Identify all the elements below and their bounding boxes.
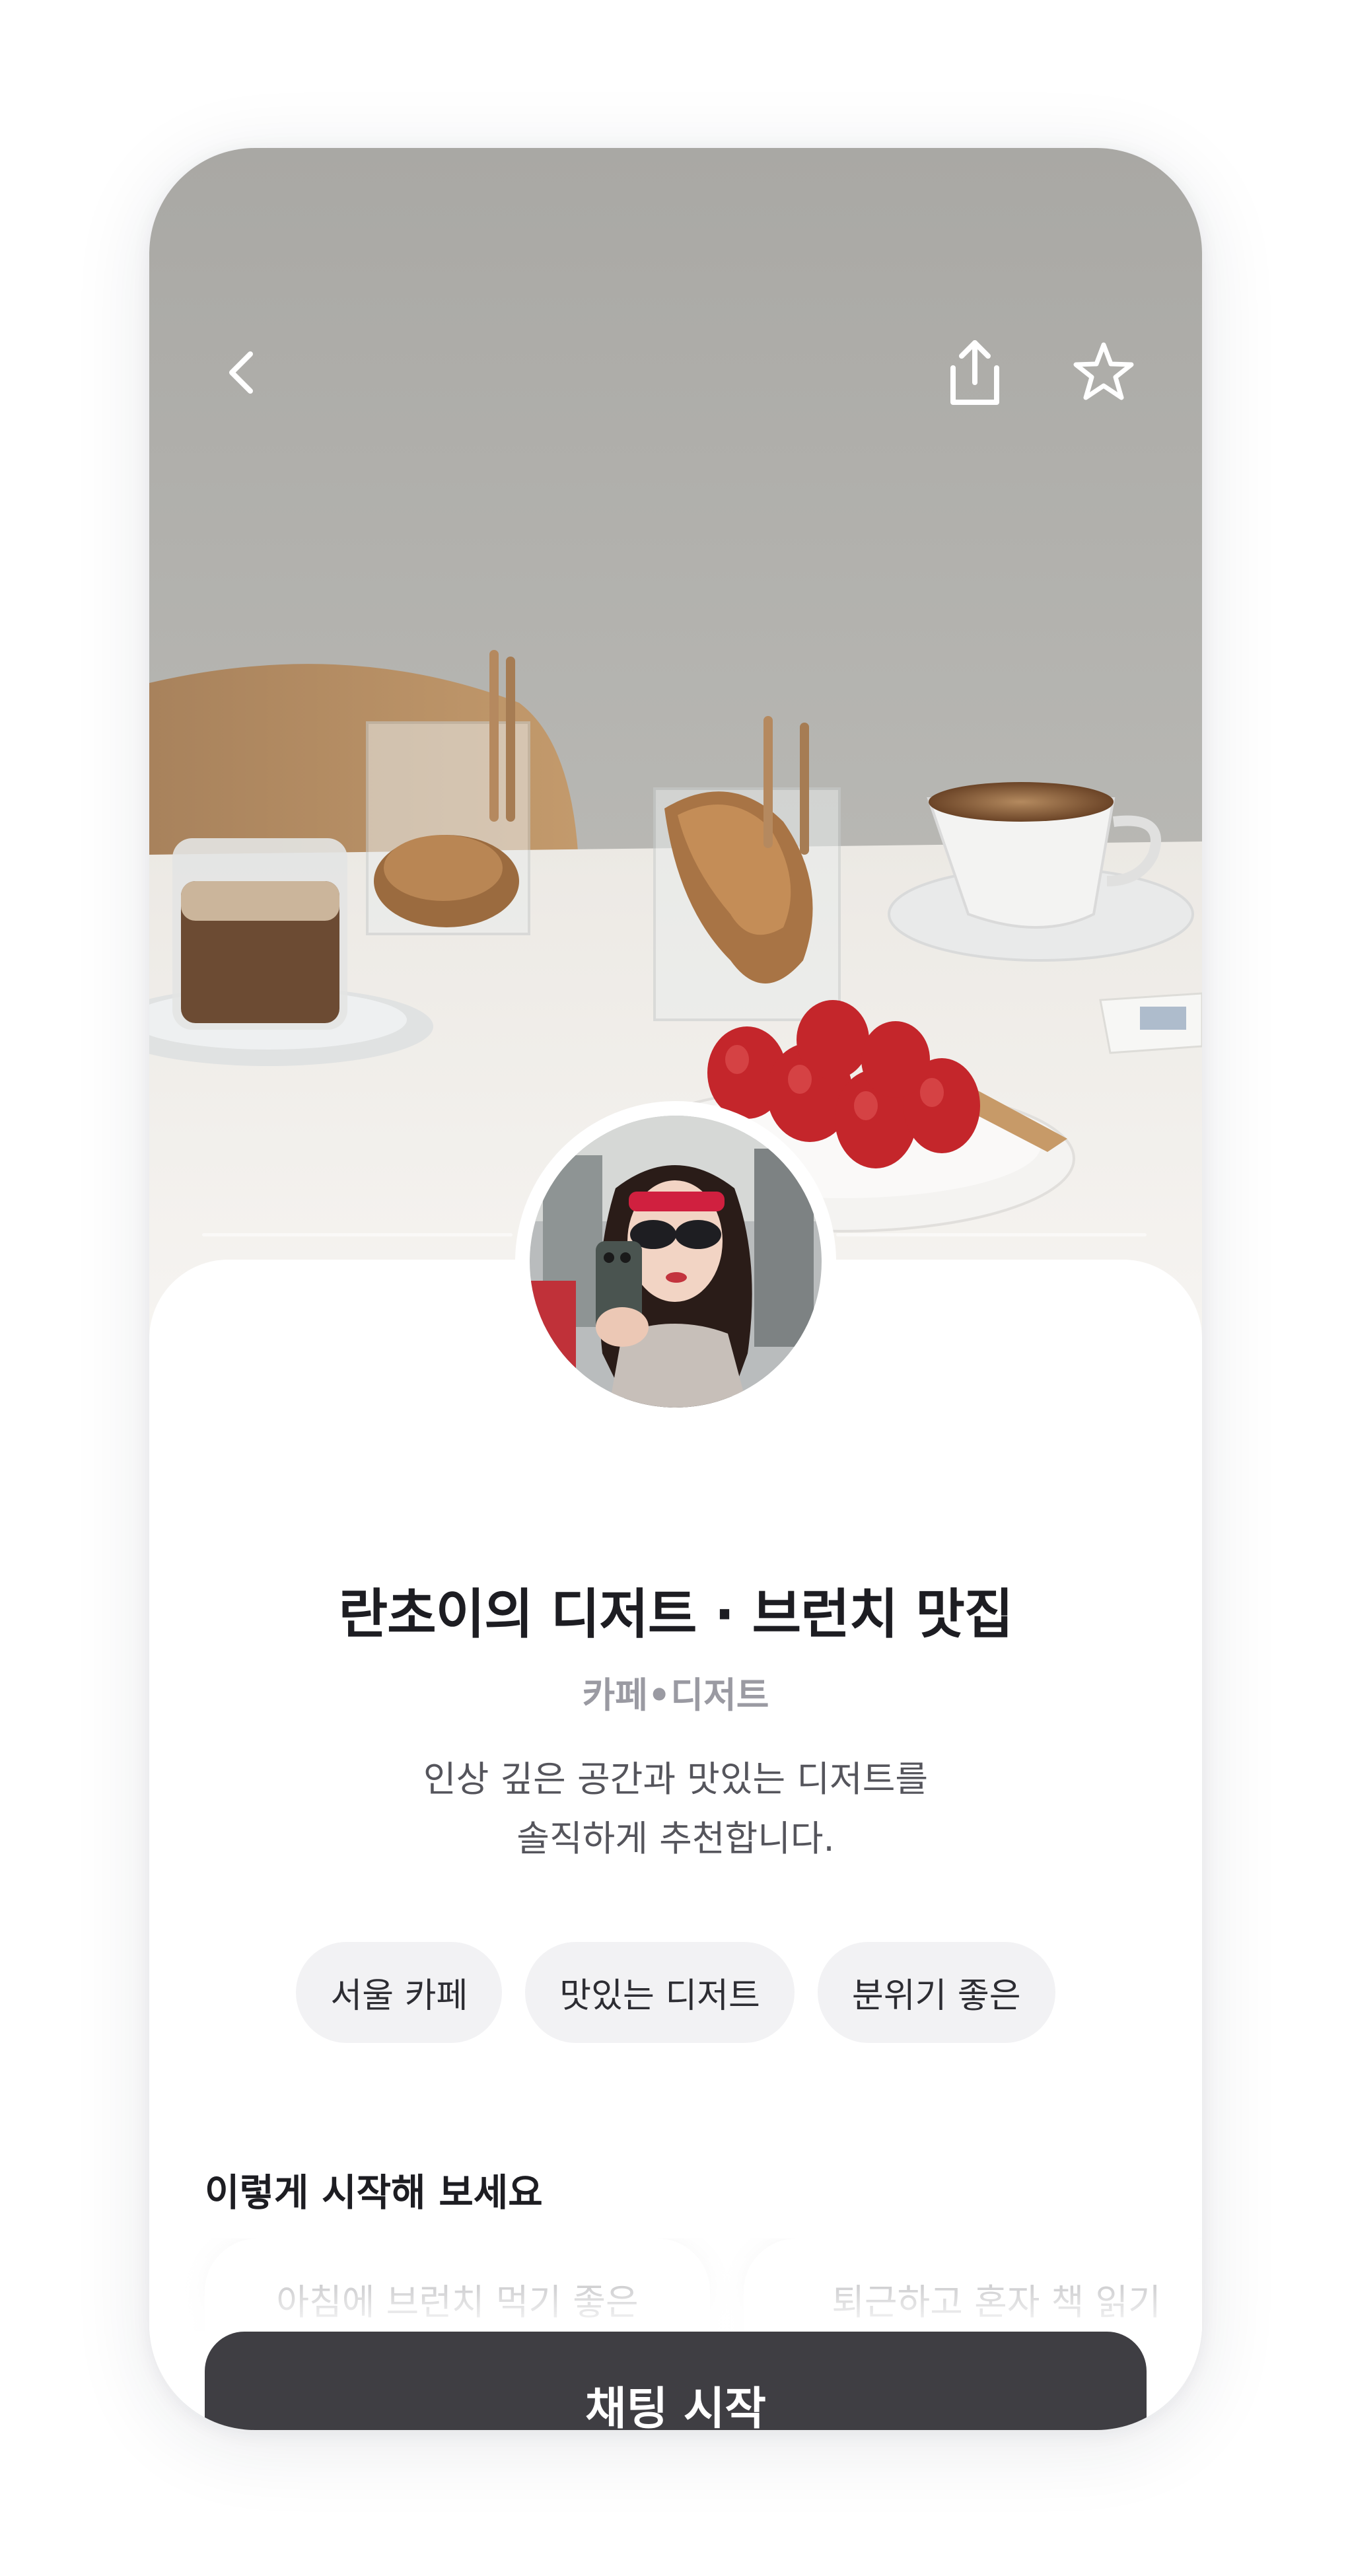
- share-button[interactable]: [939, 333, 1011, 412]
- starter-suggestion-card[interactable]: 퇴근하고 혼자 책 읽기: [744, 2238, 1202, 2331]
- profile-title: 란초이의 디저트 · 브런치 맛집: [338, 1584, 1014, 1646]
- starter-suggestion-card[interactable]: 아침에 브런치 먹기 좋은: [205, 2238, 710, 2331]
- starter-heading: 이렇게 시작해 보세요: [205, 2171, 543, 2215]
- star-icon: [1073, 342, 1134, 400]
- start-chat-button[interactable]: 채팅 시작: [205, 2332, 1147, 2430]
- tag-chip[interactable]: 분위기 좋은: [817, 1942, 1055, 2043]
- chevron-left-icon: [229, 351, 253, 394]
- starter-suggestion-list: 아침에 브런치 먹기 좋은 퇴근하고 혼자 책 읽기: [149, 2238, 1202, 2331]
- starter-suggestion-text: 퇴근하고 혼자 책 읽기: [832, 2281, 1161, 2323]
- tag-list: 서울 카페 맛있는 디저트 분위기 좋은: [149, 1942, 1202, 2043]
- carousel-progress-right: [836, 1233, 1147, 1236]
- profile-description: 인상 깊은 공간과 맛있는 디저트를 솔직하게 추천합니다.: [149, 1750, 1202, 1869]
- profile-photo: [530, 1116, 822, 1408]
- profile-category: 카페•디저트: [582, 1674, 769, 1716]
- tag-chip[interactable]: 서울 카페: [296, 1942, 503, 2043]
- starter-suggestion-text: 아침에 브런치 먹기 좋은: [276, 2281, 639, 2323]
- profile-description-line-2: 솔직하게 추천합니다.: [516, 1818, 835, 1859]
- tag-chip[interactable]: 맛있는 디저트: [525, 1942, 795, 2043]
- share-icon: [950, 340, 999, 405]
- favorite-button[interactable]: [1064, 333, 1143, 412]
- avatar: [515, 1101, 836, 1422]
- phone-screen: 란초이의 디저트 · 브런치 맛집 카페•디저트 인상 깊은 공간과 맛있는 디…: [149, 148, 1202, 2430]
- profile-description-line-1: 인상 깊은 공간과 맛있는 디저트를: [423, 1758, 929, 1800]
- carousel-progress-left: [202, 1233, 513, 1236]
- back-button[interactable]: [209, 340, 275, 406]
